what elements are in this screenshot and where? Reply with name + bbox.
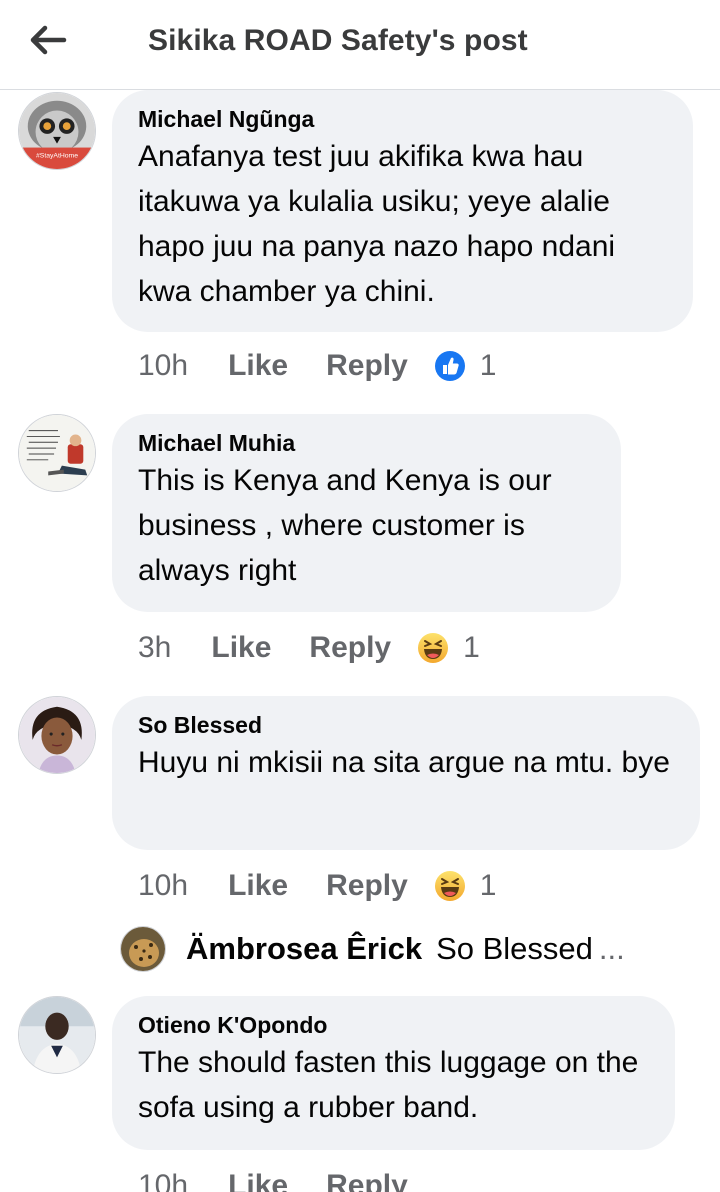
comment-text: Huyu ni mkisii na sita argue na mtu. bye — [138, 746, 670, 779]
comment-actions: 10h Like Reply — [138, 1166, 446, 1192]
reply-ellipsis: ... — [598, 931, 625, 966]
haha-reaction-icon — [418, 633, 449, 663]
comment-text: Anafanya test juu akifika kwa hau itakuw… — [138, 140, 616, 308]
comment-actions: 3h Like Reply 1 — [138, 628, 480, 668]
top-bar: Sikika ROAD Safety's post — [0, 0, 720, 90]
lemur-avatar-icon[interactable]: #StayAtHome — [18, 92, 96, 170]
comment-author[interactable]: Michael Ngũnga — [138, 104, 667, 134]
comment-text: The should fasten this luggage on the so… — [138, 1046, 639, 1124]
comment-author[interactable]: Otieno K'Opondo — [138, 1010, 649, 1040]
cartoon-avatar-icon[interactable] — [18, 414, 96, 492]
comment-time[interactable]: 10h — [138, 869, 188, 903]
like-button[interactable]: Like — [211, 631, 271, 665]
back-button[interactable] — [26, 22, 70, 58]
page-title: Sikika ROAD Safety's post — [148, 24, 528, 57]
comment-actions: 10h Like Reply 1 — [138, 346, 496, 386]
like-button[interactable]: Like — [228, 1169, 288, 1192]
reply-preview[interactable]: Ämbrosea Êrick So Blessed ... — [120, 924, 625, 974]
comment-feed[interactable]: #StayAtHome Michael Ngũnga Anafanya test… — [0, 90, 720, 1192]
reaction-count: 1 — [479, 869, 497, 902]
reaction-summary[interactable]: 1 — [434, 349, 497, 383]
reply-button[interactable]: Reply — [309, 631, 391, 665]
like-button[interactable]: Like — [228, 869, 288, 903]
svg-text:#StayAtHome: #StayAtHome — [36, 152, 78, 159]
comment-time[interactable]: 10h — [138, 1169, 188, 1192]
comment-author[interactable]: So Blessed — [138, 710, 674, 740]
arrow-left-icon — [30, 25, 67, 55]
reaction-summary[interactable]: 1 — [417, 631, 480, 665]
like-button[interactable]: Like — [228, 349, 288, 383]
like-reaction-icon — [434, 351, 465, 381]
leopard-avatar-icon — [120, 926, 166, 972]
comment-actions: 10h Like Reply 1 — [138, 866, 496, 906]
woman-avatar-icon[interactable] — [18, 696, 96, 774]
man-avatar-icon[interactable] — [18, 996, 96, 1074]
haha-reaction-icon — [434, 871, 465, 901]
reply-author[interactable]: Ämbrosea Êrick — [186, 931, 422, 967]
comment-bubble: Michael Ngũnga Anafanya test juu akifika… — [112, 90, 693, 332]
reply-button[interactable]: Reply — [326, 869, 408, 903]
comment-text: This is Kenya and Kenya is our business … — [138, 464, 552, 587]
comment-time[interactable]: 3h — [138, 631, 171, 665]
reply-text: So Blessed — [436, 931, 593, 966]
comment-bubble: So Blessed Huyu ni mkisii na sita argue … — [112, 696, 700, 850]
reaction-summary[interactable]: 1 — [434, 869, 497, 903]
comment-time[interactable]: 10h — [138, 349, 188, 383]
comment-bubble: Otieno K'Opondo The should fasten this l… — [112, 996, 675, 1150]
reaction-count: 1 — [463, 631, 480, 664]
comment-bubble: Michael Muhia This is Kenya and Kenya is… — [112, 414, 621, 612]
comment-author[interactable]: Michael Muhia — [138, 428, 595, 458]
reply-button[interactable]: Reply — [326, 349, 408, 383]
reaction-count: 1 — [479, 349, 497, 382]
reply-button[interactable]: Reply — [326, 1169, 408, 1192]
